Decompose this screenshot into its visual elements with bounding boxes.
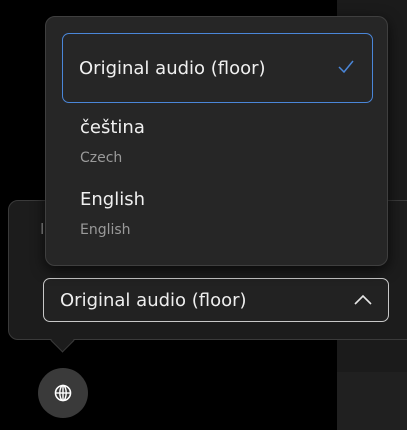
language-button[interactable] — [38, 368, 88, 418]
chevron-up-icon — [354, 294, 372, 305]
language-option-english[interactable]: English English — [80, 189, 391, 239]
language-select[interactable]: Original audio (floor) — [43, 278, 389, 322]
language-option-czech[interactable]: čeština Czech — [80, 117, 391, 167]
checkmark-icon — [338, 60, 354, 74]
panel-label: I — [40, 220, 45, 238]
language-select-value: Original audio (floor) — [60, 289, 247, 311]
language-option-sublabel: Czech — [80, 150, 123, 166]
globe-icon — [54, 384, 72, 402]
language-option-original[interactable]: Original audio (floor) — [62, 33, 373, 103]
language-option-sublabel: English — [80, 222, 131, 238]
language-option-label: čeština — [80, 117, 145, 138]
background-video-area-bottom — [337, 372, 407, 430]
language-option-label: English — [80, 189, 145, 210]
language-option-label: Original audio (floor) — [79, 57, 266, 79]
language-dropdown: Original audio (floor) čeština Czech Eng… — [45, 16, 388, 266]
